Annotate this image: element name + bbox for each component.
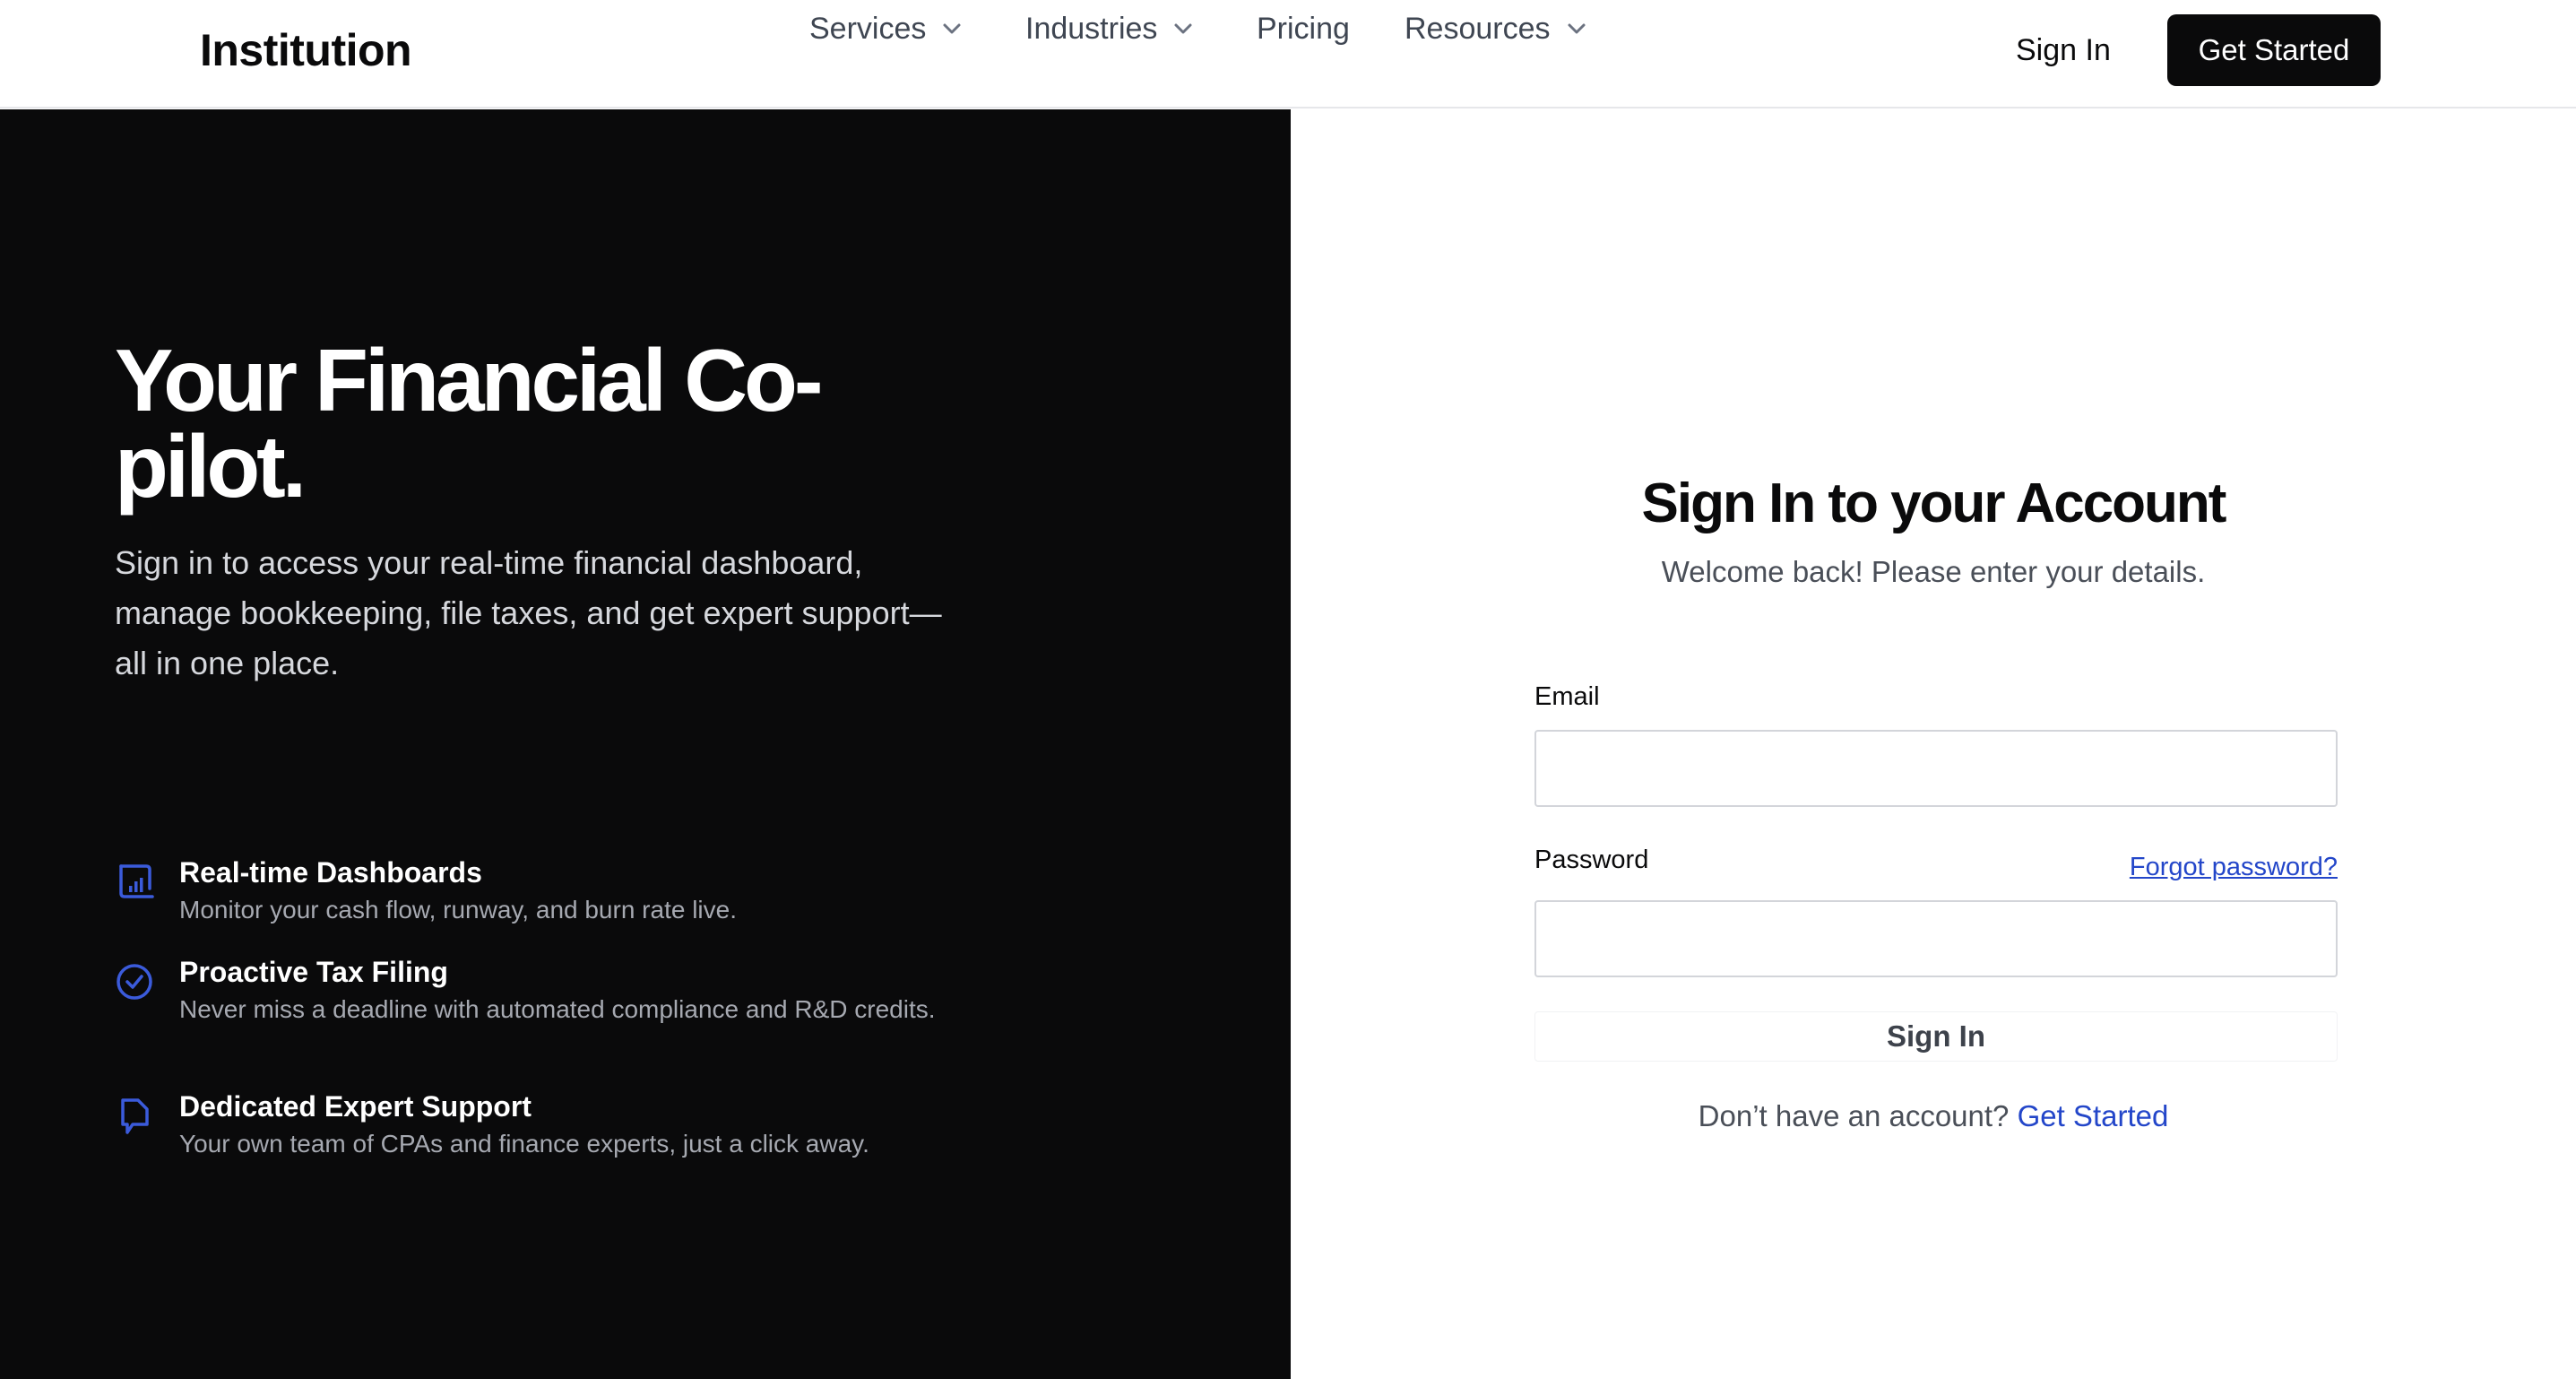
password-label: Password (1534, 846, 1649, 874)
header-sign-in-link[interactable]: Sign In (2016, 22, 2111, 79)
feature-description: Monitor your cash flow, runway, and burn… (179, 896, 738, 924)
email-label: Email (1534, 682, 1600, 711)
hero-title: Your Financial Co-pilot. (115, 331, 823, 516)
chevron-down-icon (942, 22, 962, 35)
nav-pricing[interactable]: Pricing (1257, 0, 1350, 57)
nav-services-label: Services (809, 11, 927, 46)
get-started-link[interactable]: Get Started (2018, 1099, 2169, 1132)
feature-title: Proactive Tax Filing (179, 956, 448, 988)
form-title: Sign In to your Account (1641, 473, 2227, 534)
nav-resources[interactable]: Resources (1405, 0, 1586, 57)
chevron-down-icon (1173, 22, 1193, 35)
hero-panel (0, 109, 1291, 1379)
feature-description: Never miss a deadline with automated com… (179, 995, 936, 1023)
signup-prompt-text: Don’t have an account? (1698, 1099, 2018, 1132)
chevron-down-icon (1567, 22, 1586, 35)
brand-logo[interactable]: Institution (200, 22, 412, 79)
feature-title: Dedicated Expert Support (179, 1090, 532, 1123)
email-field[interactable] (1534, 730, 2338, 807)
sign-in-button[interactable]: Sign In (1534, 1011, 2338, 1062)
nav-resources-label: Resources (1405, 11, 1551, 46)
top-nav-bar: Institution Services Industries Pricing … (0, 0, 2576, 108)
hero-subtitle: Sign in to access your real-time financi… (115, 544, 942, 681)
dashboard-chart-icon (115, 862, 156, 903)
chat-bubble-icon (115, 1096, 156, 1137)
signup-prompt-row: Don’t have an account? Get Started (1291, 1096, 2576, 1137)
nav-services[interactable]: Services (809, 0, 962, 57)
check-circle-icon (115, 961, 156, 1002)
nav-industries[interactable]: Industries (1025, 0, 1193, 57)
password-field[interactable] (1534, 900, 2338, 977)
form-subtitle: Welcome back! Please enter your details. (1661, 555, 2206, 588)
nav-industries-label: Industries (1025, 11, 1158, 46)
feature-description: Your own team of CPAs and finance expert… (179, 1130, 869, 1158)
forgot-password-link[interactable]: Forgot password? (2130, 849, 2338, 885)
nav-pricing-label: Pricing (1257, 11, 1350, 46)
header-get-started-button[interactable]: Get Started (2167, 14, 2381, 86)
feature-title: Real-time Dashboards (179, 856, 482, 889)
